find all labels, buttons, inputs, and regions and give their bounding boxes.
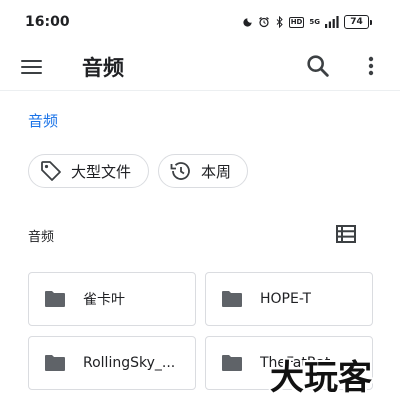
battery-icon: 74 xyxy=(344,15,372,29)
search-icon[interactable] xyxy=(304,52,332,80)
folder-icon xyxy=(220,287,244,311)
watermark-logo: 大玩客 xyxy=(270,358,372,398)
more-vert-icon[interactable] xyxy=(360,52,382,80)
status-time: 16:00 xyxy=(25,14,70,30)
tag-icon xyxy=(39,159,63,183)
folder-card[interactable]: 雀卡叶 xyxy=(28,272,196,326)
network-5g-label: 5G xyxy=(309,18,320,26)
folder-name: 雀卡叶 xyxy=(83,292,125,308)
breadcrumb[interactable]: 音频 xyxy=(28,110,58,131)
folder-icon xyxy=(220,351,244,375)
folder-icon xyxy=(43,351,67,375)
folder-name: HOPE-T xyxy=(260,291,312,307)
section-title: 音频 xyxy=(28,230,55,245)
status-icons: HD 5G 74 xyxy=(242,15,372,29)
folder-icon xyxy=(43,287,67,311)
chip-this-week[interactable]: 本周 xyxy=(158,154,248,188)
status-bar: 16:00 HD 5G 74 xyxy=(0,0,400,44)
bluetooth-icon xyxy=(275,16,284,28)
list-view-icon[interactable] xyxy=(334,222,358,246)
history-icon xyxy=(169,159,193,183)
moon-icon xyxy=(242,17,253,28)
hd-badge: HD xyxy=(288,16,305,28)
chip-label: 大型文件 xyxy=(71,162,132,181)
folder-card[interactable]: RollingSky_... xyxy=(28,336,196,390)
folder-card[interactable]: HOPE-T xyxy=(205,272,373,326)
battery-level: 74 xyxy=(344,15,369,29)
app-bar: 音频 xyxy=(0,44,400,91)
chip-label: 本周 xyxy=(201,162,232,181)
chip-large-files[interactable]: 大型文件 xyxy=(28,154,149,188)
signal-icon xyxy=(325,16,339,28)
alarm-icon xyxy=(258,16,270,28)
hamburger-menu-icon[interactable] xyxy=(18,54,46,80)
page-title: 音频 xyxy=(82,56,124,80)
folder-name: RollingSky_... xyxy=(83,355,176,371)
